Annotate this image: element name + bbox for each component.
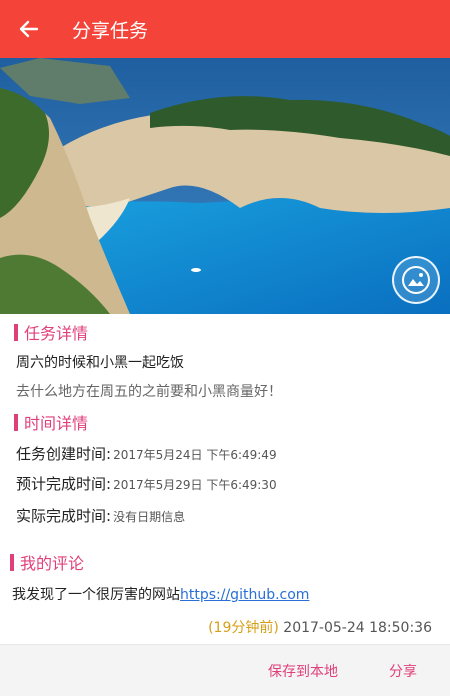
task-description: 去什么地方在周五的之前要和小黑商量好！ [16, 384, 282, 400]
time-section-heading: 时间详情 [14, 410, 88, 434]
task-title: 周六的时候和小黑一起吃饭 [16, 355, 184, 371]
task-section-heading: 任务详情 [14, 320, 88, 344]
planned-time-row: 预计完成时间: 2017年5月29日 下午6:49:30 [16, 473, 277, 494]
task-section-heading-text: 任务详情 [24, 324, 89, 343]
actual-time-row: 实际完成时间: 没有日期信息 [16, 505, 185, 526]
comment-link[interactable]: https://github.com [180, 587, 309, 603]
comment-text: 我发现了一个很厉害的网站https://github.com [12, 584, 309, 604]
bottom-action-bar: 保存到本地 分享 [0, 644, 450, 696]
share-button[interactable]: 分享 [389, 645, 417, 696]
change-image-button[interactable] [392, 256, 440, 304]
comment-section-heading-text: 我的评论 [20, 554, 85, 573]
section-marker [14, 323, 18, 341]
app-bar: 分享任务 [0, 0, 450, 58]
comment-section-heading: 我的评论 [10, 550, 84, 574]
section-marker [10, 553, 14, 571]
planned-time-value: 2017年5月29日 下午6:49:30 [113, 478, 277, 492]
actual-time-value: 没有日期信息 [113, 510, 186, 524]
page-title: 分享任务 [72, 19, 149, 42]
actual-time-label: 实际完成时间: [16, 507, 112, 525]
relative-time: (19分钟前) [208, 620, 279, 636]
task-cover-image [0, 58, 450, 314]
time-section-heading-text: 时间详情 [24, 414, 89, 433]
created-time-value: 2017年5月24日 下午6:49:49 [113, 448, 277, 462]
created-time-label: 任务创建时间: [16, 445, 112, 463]
created-time-row: 任务创建时间: 2017年5月24日 下午6:49:49 [16, 443, 277, 464]
back-button[interactable] [0, 0, 58, 58]
comment-time: (19分钟前) 2017-05-24 18:50:36 [208, 617, 432, 637]
planned-time-label: 预计完成时间: [16, 475, 112, 493]
save-local-button[interactable]: 保存到本地 [268, 645, 338, 696]
section-marker [14, 413, 18, 431]
comment-timestamp: 2017-05-24 18:50:36 [283, 620, 432, 636]
arrow-back-icon [19, 20, 39, 38]
comment-body: 我发现了一个很厉害的网站 [12, 587, 180, 603]
image-icon [402, 266, 430, 294]
